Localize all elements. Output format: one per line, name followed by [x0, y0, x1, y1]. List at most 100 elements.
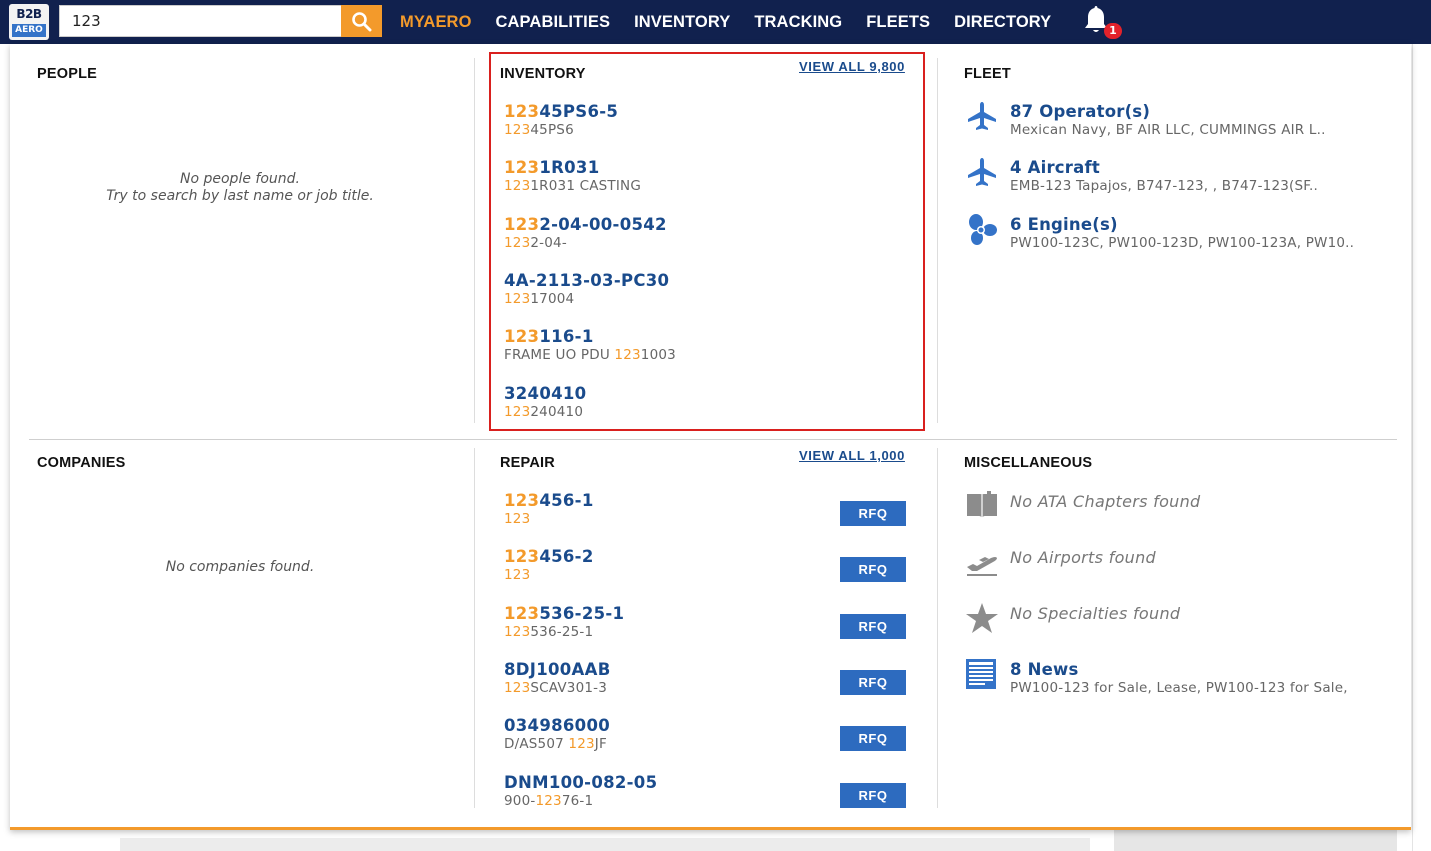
part-number: 123536-25-1	[504, 604, 624, 624]
top-navbar: B2B AERO MYAERO CAPABILITIES INVENTORY T…	[0, 0, 1431, 44]
notification-count-badge: 1	[1104, 23, 1122, 39]
rfq-button[interactable]: RFQ	[840, 726, 906, 752]
notifications-button[interactable]: 1	[1082, 4, 1122, 42]
description-rest: 1003	[640, 347, 676, 364]
airplane-icon	[968, 158, 996, 186]
no-ata-chapters-message: No ATA Chapters found	[1010, 492, 1201, 511]
row-divider	[29, 439, 1397, 440]
description-rest: 45PS6	[530, 122, 574, 138]
part-number-rest: 116-1	[539, 327, 594, 347]
description-match: 123	[614, 347, 641, 364]
part-description: 123536-25-1	[504, 624, 624, 641]
no-specialties-message: No Specialties found	[1010, 604, 1181, 623]
nav-tracking[interactable]: TRACKING	[742, 13, 854, 32]
part-number-rest: 456-1	[539, 491, 594, 510]
fleet-item-operators[interactable]: 87 Operator(s) Mexican Navy, BF AIR LLC,…	[1010, 102, 1326, 139]
logo-text-bottom: AERO	[12, 24, 46, 37]
part-description: 123240410	[504, 404, 586, 421]
part-number-match: 123	[504, 547, 540, 567]
part-description: 1231R031 CASTING	[504, 178, 641, 195]
companies-empty-message: No companies found.	[165, 559, 315, 575]
part-description: FRAME UO PDU 1231003	[504, 347, 676, 364]
part-number: 123456-2	[504, 547, 594, 567]
part-number: 1232-04-00-0542	[504, 215, 667, 235]
part-number-rest: 4A-2113-03-PC30	[504, 270, 670, 290]
nav-inventory[interactable]: INVENTORY	[622, 13, 742, 32]
repair-result-item[interactable]: 123456-1 123	[504, 491, 594, 528]
part-description: 123	[504, 567, 594, 584]
part-description: 1232-04-	[504, 235, 667, 252]
nav-fleets[interactable]: FLEETS	[854, 13, 942, 32]
search-button[interactable]	[341, 5, 382, 37]
inventory-result-item[interactable]: 1231R031 1231R031 CASTING	[504, 158, 641, 195]
repair-result-item[interactable]: 034986000 D/AS507 123JF	[504, 716, 610, 753]
description-rest: 2-04-	[530, 234, 567, 251]
description-prefix: D/AS507	[504, 736, 569, 753]
description-match: 123	[535, 792, 562, 809]
part-number-rest: 536-25-1	[539, 603, 625, 623]
part-description: D/AS507 123JF	[504, 736, 610, 753]
search-input[interactable]	[59, 5, 341, 37]
fleet-item-aircraft[interactable]: 4 Aircraft EMB-123 Tapajos, B747-123, , …	[1010, 158, 1318, 195]
part-number-match: 123	[504, 102, 540, 121]
description-prefix: 900-	[504, 792, 536, 809]
inventory-result-item[interactable]: 12345PS6-5 12345PS6	[504, 102, 618, 139]
part-number: 034986000	[504, 716, 610, 736]
nav-directory[interactable]: DIRECTORY	[942, 13, 1063, 32]
part-number-match: 123	[504, 214, 540, 234]
repair-result-item[interactable]: 123456-2 123	[504, 547, 594, 584]
news-item[interactable]: 8 News PW100-123 for Sale, Lease, PW100-…	[1010, 660, 1348, 697]
inventory-result-item[interactable]: 3240410 123240410	[504, 384, 586, 421]
repair-result-item[interactable]: DNM100-082-05 900-12376-1	[504, 773, 657, 810]
column-divider	[937, 448, 938, 808]
description-match: 123	[568, 736, 595, 753]
b2b-aero-logo[interactable]: B2B AERO	[9, 4, 49, 40]
part-number-rest: 456-2	[539, 547, 594, 567]
inventory-view-all-link[interactable]: VIEW ALL 9,800	[799, 59, 905, 74]
description-match: 123	[504, 122, 531, 138]
book-icon	[967, 491, 997, 518]
repair-view-all-link[interactable]: VIEW ALL 1,000	[799, 448, 905, 463]
airplane-icon	[968, 102, 996, 130]
description-rest: SCAV301-3	[530, 679, 608, 696]
misc-title: MISCELLANEOUS	[964, 455, 1093, 471]
rfq-button[interactable]: RFQ	[840, 557, 906, 583]
part-number-rest: DNM100-082-05	[504, 772, 658, 792]
part-number-rest: 2-04-00-0542	[539, 214, 667, 234]
airplane-takeoff-icon	[967, 557, 997, 576]
part-description: 12317004	[504, 291, 669, 308]
description-prefix: FRAME UO PDU	[504, 347, 615, 364]
rfq-button[interactable]: RFQ	[840, 501, 906, 526]
part-description: 900-12376-1	[504, 793, 657, 810]
part-number-match: 123	[504, 491, 540, 510]
news-icon	[966, 659, 996, 689]
repair-result-item[interactable]: 8DJ100AAB 123SCAV301-3	[504, 660, 611, 697]
description-match: 123	[504, 567, 531, 584]
people-title: PEOPLE	[37, 66, 98, 82]
repair-result-item[interactable]: 123536-25-1 123536-25-1	[504, 604, 624, 641]
rfq-button[interactable]: RFQ	[840, 669, 906, 695]
nav-myaero[interactable]: MYAERO	[388, 13, 484, 32]
page-border	[1412, 44, 1413, 851]
description-rest: 1R031 CASTING	[530, 178, 642, 195]
inventory-result-item[interactable]: 4A-2113-03-PC30 12317004	[504, 271, 669, 308]
description-rest: 536-25-1	[530, 623, 594, 640]
part-description: 123SCAV301-3	[504, 680, 611, 697]
part-description: 123	[504, 511, 594, 528]
inventory-result-item[interactable]: 123 116-1 FRAME UO PDU 1231003	[504, 327, 676, 364]
description-match: 123	[504, 403, 531, 420]
no-airports-message: No Airports found	[1010, 548, 1156, 567]
part-number: 123456-1	[504, 491, 594, 511]
fleet-title: FLEET	[964, 66, 1011, 82]
nav-capabilities[interactable]: CAPABILITIES	[484, 13, 623, 32]
description-match: 123	[504, 290, 531, 307]
inventory-result-item[interactable]: 1232-04-00-0542 1232-04-	[504, 215, 667, 252]
rfq-button[interactable]: RFQ	[840, 613, 906, 639]
part-number-rest: 8DJ100AAB	[504, 659, 611, 679]
part-number: 4A-2113-03-PC30	[504, 271, 669, 291]
rfq-button[interactable]: RFQ	[840, 782, 906, 808]
fleet-item-engines[interactable]: 6 Engine(s) PW100-123C, PW100-123D, PW10…	[1010, 215, 1354, 252]
logo-text-top: B2B	[16, 7, 42, 21]
part-number: 3240410	[504, 384, 586, 404]
part-number-rest: 1R031	[539, 158, 600, 178]
